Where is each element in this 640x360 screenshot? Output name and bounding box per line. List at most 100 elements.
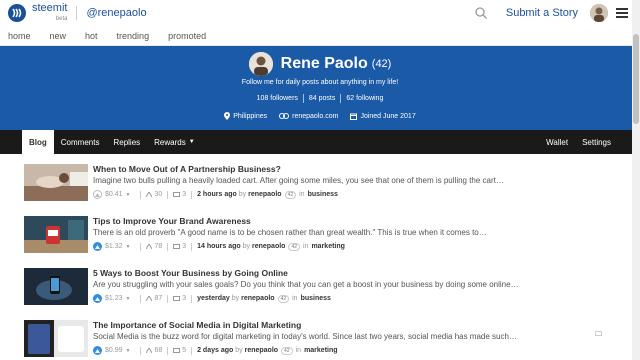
post-list: When to Move Out of A Partnership Busine… (24, 164, 608, 360)
post-votes[interactable]: 68 (146, 347, 162, 354)
in-label: in (303, 243, 309, 250)
post-category[interactable]: marketing (311, 243, 344, 250)
replies-count: 3 (182, 295, 187, 302)
header-divider (76, 6, 78, 20)
post-footer: $0.99 ▼ 68 5 2 days ago by renepaolo 42 … (93, 346, 608, 355)
votes-icon (146, 348, 153, 353)
profile-reputation: (42) (371, 58, 392, 70)
chevron-down-icon[interactable]: ▼ (126, 296, 131, 302)
replies-count: 5 (182, 347, 187, 354)
scrollbar[interactable] (632, 0, 640, 360)
nav-hot[interactable]: hot (85, 31, 98, 41)
by-label: by (242, 243, 251, 250)
top-header: steemit beta @renepaolo Submit a Story (0, 0, 640, 26)
profile-tabs: Blog Comments Replies Rewards ▼ Wallet S… (0, 130, 640, 154)
post-thumbnail[interactable] (24, 164, 88, 201)
beta-label: beta (55, 15, 68, 22)
post-replies[interactable]: 3 (173, 243, 186, 250)
tab-comments[interactable]: Comments (54, 130, 107, 154)
post-excerpt[interactable]: Imagine two bulls pulling a heavily load… (93, 176, 608, 186)
post-category[interactable]: business (308, 191, 338, 198)
post-title[interactable]: When to Move Out of A Partnership Busine… (93, 164, 608, 174)
post-thumbnail[interactable] (24, 268, 88, 305)
chevron-down-icon[interactable]: ▼ (126, 192, 131, 198)
profile-stats: 108 followers 84 posts 62 following (0, 94, 640, 103)
post-excerpt[interactable]: Social Media is the buzz word for digita… (93, 332, 608, 342)
post-payout[interactable]: $1.23 (105, 295, 123, 302)
by-label: by (238, 191, 247, 198)
votes-icon (146, 192, 153, 197)
nav-promoted[interactable]: promoted (168, 31, 206, 41)
post-replies[interactable]: 3 (173, 295, 186, 302)
post-payout[interactable]: $0.99 (105, 347, 123, 354)
upvote-icon[interactable] (93, 190, 102, 199)
author-reputation-badge: 42 (277, 294, 290, 303)
post-votes[interactable]: 30 (146, 191, 162, 198)
nav-new[interactable]: new (50, 31, 67, 41)
upvote-icon[interactable] (93, 294, 102, 303)
post-title[interactable]: The Importance of Social Media in Digita… (93, 320, 608, 330)
scrollbar-thumb[interactable] (633, 34, 639, 124)
post-time[interactable]: yesterday (197, 295, 230, 302)
hamburger-menu-icon[interactable] (616, 8, 628, 18)
author-reputation-badge: 42 (281, 346, 293, 355)
votes-count: 78 (154, 243, 163, 250)
post-time[interactable]: 2 hours ago (197, 191, 237, 198)
post-votes[interactable]: 78 (146, 243, 162, 250)
post-payout[interactable]: $0.41 (105, 191, 123, 198)
upvote-icon[interactable] (93, 346, 102, 355)
post-author[interactable]: renepaolo (245, 347, 278, 354)
brand-name[interactable]: steemit beta (32, 2, 68, 24)
post-replies[interactable]: 3 (173, 191, 186, 198)
post-author[interactable]: renepaolo (241, 295, 274, 302)
tab-replies[interactable]: Replies (106, 130, 147, 154)
replies-count: 3 (182, 243, 187, 250)
post-title[interactable]: Tips to Improve Your Brand Awareness (93, 216, 608, 226)
profile-website[interactable]: renepaolo.com (292, 113, 338, 120)
upvote-icon[interactable] (93, 242, 102, 251)
post-replies[interactable]: 5 (173, 347, 186, 354)
profile-joined: Joined June 2017 (360, 112, 416, 120)
by-label: by (235, 347, 243, 354)
post-author[interactable]: renepaolo (248, 191, 281, 198)
chevron-down-icon[interactable]: ▼ (126, 348, 131, 354)
reblog-icon[interactable] (595, 324, 602, 342)
user-avatar[interactable] (590, 4, 608, 22)
submit-story-link[interactable]: Submit a Story (506, 7, 578, 19)
username-link[interactable]: @renepaolo (86, 7, 146, 19)
author-reputation-badge: 42 (288, 242, 300, 251)
post-category[interactable]: business (301, 295, 331, 302)
post-payout[interactable]: $1.32 (105, 243, 123, 250)
post-thumbnail[interactable] (24, 320, 88, 357)
posts-count: 84 posts (308, 95, 336, 102)
post-title[interactable]: 5 Ways to Boost Your Business by Going O… (93, 268, 608, 278)
calendar-icon (350, 113, 358, 120)
tab-blog[interactable]: Blog (22, 130, 54, 154)
post-time[interactable]: 14 hours ago (197, 243, 241, 250)
votes-count: 30 (154, 191, 163, 198)
profile-banner: Rene Paolo (42) Follow me for daily post… (0, 46, 640, 130)
nav-home[interactable]: home (8, 31, 31, 41)
post-thumbnail[interactable] (24, 216, 88, 253)
by-label: by (231, 295, 240, 302)
tab-settings[interactable]: Settings (575, 130, 618, 154)
post-author[interactable]: renepaolo (252, 243, 285, 250)
tab-rewards[interactable]: Rewards ▼ (147, 130, 202, 154)
search-icon[interactable] (474, 6, 488, 20)
steemit-logo-icon[interactable] (8, 4, 26, 22)
post-category[interactable]: marketing (304, 347, 337, 354)
list-item: 5 Ways to Boost Your Business by Going O… (24, 268, 608, 320)
post-votes[interactable]: 87 (146, 295, 162, 302)
tab-wallet[interactable]: Wallet (539, 130, 575, 154)
nav-trending[interactable]: trending (117, 31, 150, 41)
followers-link[interactable]: 108 followers (257, 95, 298, 102)
post-excerpt[interactable]: Are you struggling with your sales goals… (93, 280, 608, 290)
post-excerpt[interactable]: There is an old proverb "A good name is … (93, 228, 608, 238)
chevron-down-icon[interactable]: ▼ (126, 244, 131, 250)
post-footer: $1.32 ▼ 78 3 14 hours ago by renepaolo 4… (93, 242, 608, 251)
location-icon (224, 112, 231, 120)
comment-icon (173, 191, 181, 197)
votes-icon (146, 244, 153, 249)
following-link[interactable]: 62 following (346, 95, 383, 102)
post-time[interactable]: 2 days ago (197, 347, 233, 354)
